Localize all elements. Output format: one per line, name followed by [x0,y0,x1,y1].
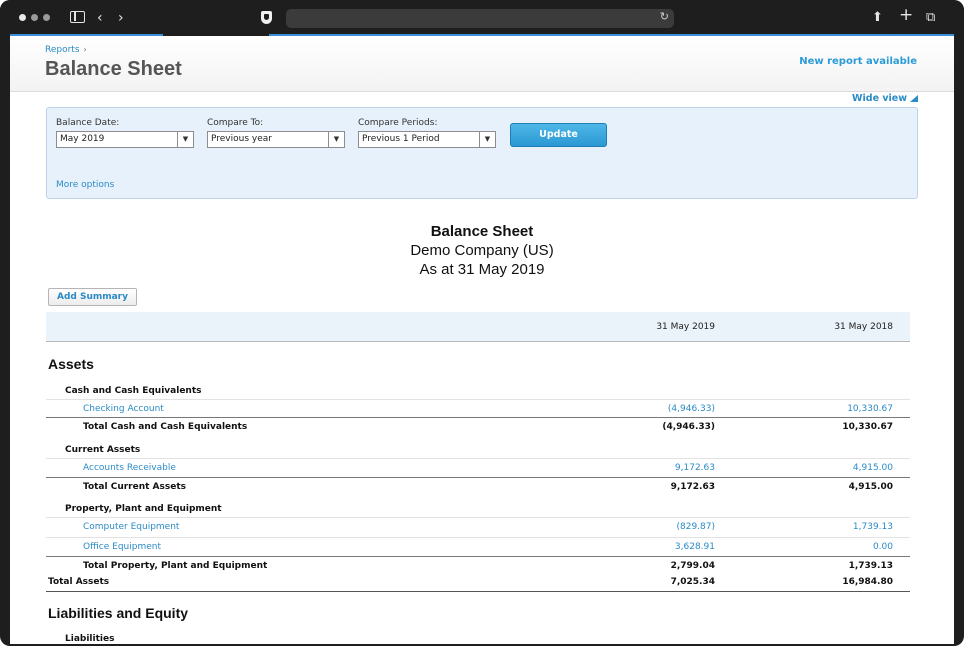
breadcrumb: Reports › [45,45,87,55]
back-arrow-icon[interactable]: ‹ [97,10,103,26]
total-assets-prior-value: 16,984.80 [842,577,893,587]
add-summary-button[interactable]: Add Summary [48,288,137,306]
total-assets-label: Total Assets [48,577,110,587]
compare-to-label: Compare To: [207,118,264,128]
balance-date-label: Balance Date: [56,118,120,128]
report-filter-panel: Balance Date: May 2019 ▼ Compare To: Pre… [46,107,918,199]
new-tab-plus-icon[interactable]: + [899,7,913,24]
total-label: Total Property, Plant and Equipment [83,561,268,571]
privacy-shield-icon[interactable] [261,11,272,24]
value-current-link[interactable]: 9,172.63 [605,463,715,473]
table-row[interactable]: Office Equipment 3,628.91 0.00 [46,537,910,556]
report-title: Balance Sheet [430,223,534,240]
tab-overview-icon[interactable]: ⧉ [926,10,935,26]
report-heading: Balance Sheet Demo Company (US) As at 31… [10,222,954,279]
wide-view-label: Wide view [852,93,907,104]
compare-periods-select[interactable]: Previous 1 Period ▼ [358,131,496,148]
liabilities-equity-section-title: Liabilities and Equity [48,605,189,621]
total-label: Total Current Assets [83,482,186,492]
cash-group-title: Cash and Cash Equivalents [65,386,202,396]
breadcrumb-chevron-icon: › [83,45,87,54]
more-options-link[interactable]: More options [56,180,114,190]
total-prior-value: 10,330.67 [842,422,893,432]
reload-icon[interactable]: ↻ [660,10,669,23]
account-name-link[interactable]: Office Equipment [83,542,161,552]
grand-total-row: Total Assets 7,025.34 16,984.80 [46,573,910,592]
new-report-link[interactable]: New report available [799,56,917,67]
page-header: Reports › Balance Sheet New report availa… [10,36,954,92]
total-prior-value: 4,915.00 [848,482,893,492]
current-assets-group-title: Current Assets [65,445,141,455]
total-current-value: 2,799.04 [670,561,715,571]
total-row: Total Current Assets 9,172.63 4,915.00 [46,477,910,496]
browser-window: ‹ › ↻ ⬆ + ⧉ Reports › Balance Sheet New r… [0,0,964,646]
expand-icon [910,95,918,102]
close-window-dot[interactable] [19,14,26,21]
assets-section-title: Assets [48,356,94,372]
minimize-window-dot[interactable] [31,14,38,21]
zoom-window-dot[interactable] [43,14,50,21]
chevron-down-icon[interactable]: ▼ [479,132,495,147]
compare-to-select[interactable]: Previous year ▼ [207,131,345,148]
compare-to-value: Previous year [211,134,272,144]
account-name-link[interactable]: Checking Account [83,404,164,414]
value-prior-link[interactable]: 0.00 [783,542,893,552]
forward-arrow-icon[interactable]: › [118,10,124,26]
total-row: Total Cash and Cash Equivalents (4,946.3… [46,417,910,436]
sidebar-toggle-icon[interactable] [70,11,85,23]
share-icon[interactable]: ⬆ [872,10,883,26]
table-row[interactable]: Computer Equipment (829.87) 1,739.13 [46,517,910,536]
liabilities-group-title: Liabilities [65,634,115,644]
address-bar[interactable]: ↻ [286,9,674,28]
wide-view-link[interactable]: Wide view [852,93,918,104]
column-header-prior: 31 May 2018 [834,322,893,332]
report-company: Demo Company (US) [410,242,554,259]
window-controls[interactable] [19,14,50,21]
browser-toolbar: ‹ › ↻ ⬆ + ⧉ [0,0,964,36]
page-title: Balance Sheet [45,58,182,80]
value-current-link[interactable]: (4,946.33) [605,404,715,414]
chevron-down-icon[interactable]: ▼ [328,132,344,147]
ppe-group-title: Property, Plant and Equipment [65,504,222,514]
table-row[interactable]: Accounts Receivable 9,172.63 4,915.00 [46,458,910,477]
balance-date-value: May 2019 [60,134,105,144]
table-row[interactable]: Checking Account (4,946.33) 10,330.67 [46,399,910,418]
account-name-link[interactable]: Computer Equipment [83,522,179,532]
update-button[interactable]: Update [510,123,607,147]
compare-periods-label: Compare Periods: [358,118,438,128]
value-prior-link[interactable]: 10,330.67 [783,404,893,414]
column-header-current: 31 May 2019 [656,322,715,332]
report-date: As at 31 May 2019 [419,261,545,278]
total-assets-current-value: 7,025.34 [670,577,715,587]
breadcrumb-reports-link[interactable]: Reports [45,45,80,55]
value-prior-link[interactable]: 1,739.13 [783,522,893,532]
account-name-link[interactable]: Accounts Receivable [83,463,176,473]
report-page: Reports › Balance Sheet New report availa… [10,36,954,644]
column-header-row: 31 May 2019 31 May 2018 [46,312,910,342]
total-prior-value: 1,739.13 [848,561,893,571]
total-current-value: 9,172.63 [670,482,715,492]
chevron-down-icon[interactable]: ▼ [177,132,193,147]
value-current-link[interactable]: (829.87) [605,522,715,532]
total-label: Total Cash and Cash Equivalents [83,422,248,432]
value-current-link[interactable]: 3,628.91 [605,542,715,552]
compare-periods-value: Previous 1 Period [362,134,440,144]
value-prior-link[interactable]: 4,915.00 [783,463,893,473]
balance-date-select[interactable]: May 2019 ▼ [56,131,194,148]
total-current-value: (4,946.33) [662,422,715,432]
